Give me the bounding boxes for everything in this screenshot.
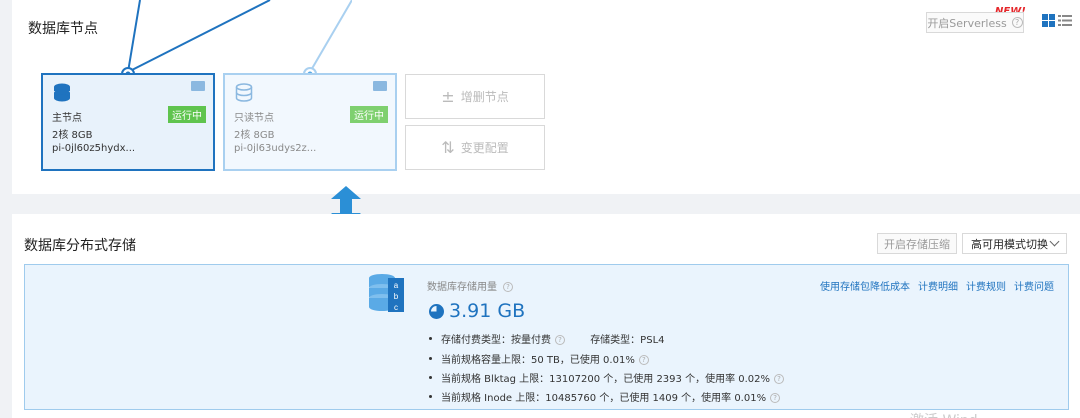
storage-usage-value: 3.91 GB [429,300,525,322]
database-icon [54,83,70,102]
blktag-text: 当前规格 Blktag 上限：13107200 个，已使用 2393 个，使用率… [441,374,771,385]
icon-letter-c: c [394,303,398,312]
node-name: 主节点 [52,113,82,124]
storage-usage-title: 数据库存储用量? [427,278,513,293]
storage-section-title: 数据库分布式存储 [24,238,136,254]
help-icon[interactable]: ? [774,374,785,384]
inode-text: 当前规格 Inode 上限：10485760 个，已使用 1409 个，使用率 … [441,393,767,404]
node-spec: 2核 8GB [52,130,93,141]
monitor-icon[interactable] [373,81,387,91]
node-name: 只读节点 [234,113,274,124]
help-icon[interactable]: ? [555,335,565,345]
usage-value-text: 3.91 GB [449,300,526,322]
topology-lines [121,0,352,80]
plus-minus-icon: ± [441,87,455,106]
status-badge: 运行中 [350,106,388,123]
storage-usage-label: 数据库存储用量 [427,282,497,293]
billing-details-link[interactable]: 计费明细 [918,278,958,293]
storage-package-link[interactable]: 使用存储包降低成本 [820,278,910,293]
storage-type: 存储类型：PSL4 [590,335,665,346]
capacity-text: 当前规格容量上限：50 TB，已使用 0.01% [441,355,635,366]
swap-icon: ⇅ [441,138,455,157]
change-config-label: 变更配置 [460,141,509,155]
primary-link-line-2 [127,0,271,73]
node-id[interactable]: pi-0jl60z5hydx... [52,143,135,154]
storage-usage-box: a b c 数据库存储用量? 3.91 GB 存储付费类型：按量付费? 存储类型… [24,264,1069,410]
node-spec: 2核 8GB [234,130,275,141]
help-icon[interactable]: ? [503,282,513,292]
database-nodes-panel: 数据库节点 NEW! 开启Serverless ? 运行中 主节点 2核 8GB… [12,0,1080,194]
view-toggle[interactable] [1042,14,1072,27]
grid-view-icon[interactable] [1042,14,1055,27]
chevron-down-icon [1049,236,1060,247]
billing-info-line: 存储付费类型：按量付费? 存储类型：PSL4 [429,331,665,346]
help-icon[interactable]: ? [770,393,781,403]
add-remove-nodes-label: 增删节点 [460,90,509,104]
ha-mode-label: 高可用模式切换 [971,237,1048,251]
list-view-icon[interactable] [1058,14,1072,27]
help-icon[interactable]: ? [638,355,649,365]
activation-watermark: 激活 Wind [910,410,978,418]
icon-letter-a: a [394,281,399,290]
pie-chart-icon [429,303,444,319]
primary-node-card[interactable]: 运行中 主节点 2核 8GB pi-0jl60z5hydx... [41,73,215,171]
primary-link-line [127,0,141,73]
capacity-line: 当前规格容量上限：50 TB，已使用 0.01%? [429,351,649,366]
status-badge: 运行中 [168,106,206,123]
enable-compression-button[interactable]: 开启存储压缩 [877,233,957,254]
enable-serverless-label: 开启Serverless [927,16,1007,30]
database-icon [235,83,253,102]
storage-stack-icon: a b c [369,274,404,312]
inode-line: 当前规格 Inode 上限：10485760 个，已使用 1409 个，使用率 … [428,389,781,404]
billing-links: 使用存储包降低成本 计费明细 计费规则 计费问题 [820,278,1054,293]
ha-mode-dropdown[interactable]: 高可用模式切换 [962,233,1067,254]
icon-letter-b: b [394,292,399,301]
readonly-node-card[interactable]: 运行中 只读节点 2核 8GB pi-0jl63udys2z... [223,73,397,171]
add-remove-nodes-button[interactable]: ± 增删节点 [405,74,545,119]
enable-serverless-button[interactable]: 开启Serverless ? [926,12,1024,33]
monitor-icon[interactable] [191,81,205,91]
help-icon[interactable]: ? [1011,17,1023,28]
blktag-line: 当前规格 Blktag 上限：13107200 个，已使用 2393 个，使用率… [428,370,785,385]
billing-faq-link[interactable]: 计费问题 [1014,278,1054,293]
distributed-storage-panel: 数据库分布式存储 开启存储压缩 高可用模式切换 a b c 数据库存储用量? 3… [12,214,1080,418]
billing-rules-link[interactable]: 计费规则 [966,278,1006,293]
node-id[interactable]: pi-0jl63udys2z... [234,143,316,154]
billing-type: 存储付费类型：按量付费 [441,335,551,346]
change-config-button[interactable]: ⇅ 变更配置 [405,125,545,170]
readonly-link-line [309,0,352,73]
